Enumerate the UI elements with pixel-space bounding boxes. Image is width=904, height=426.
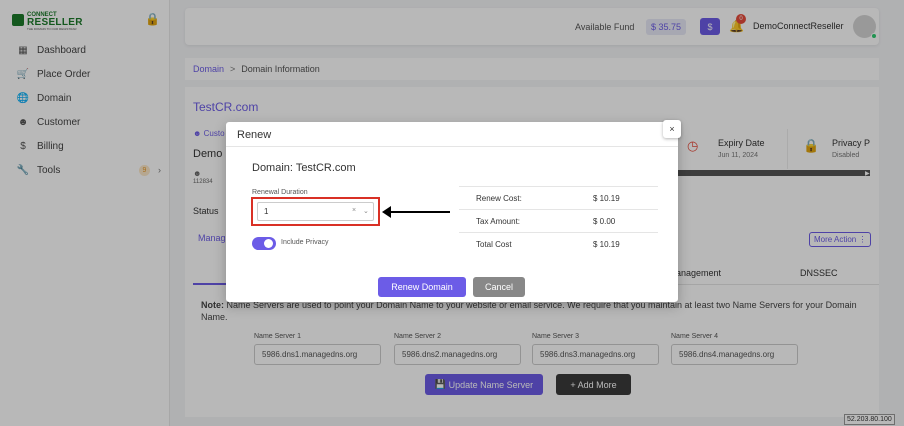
- renewal-duration-label: Renewal Duration: [252, 189, 308, 196]
- renew-cost-value: $ 10.19: [593, 194, 620, 203]
- clear-icon[interactable]: ×: [352, 207, 356, 214]
- tax-amount-value: $ 0.00: [593, 217, 616, 226]
- renewal-duration-value: 1: [264, 207, 269, 216]
- chevron-down-icon[interactable]: ⌄: [363, 207, 369, 215]
- modal-header: Renew: [226, 122, 678, 147]
- toggle-knob: [264, 239, 273, 248]
- pointer-arrow-line: [388, 211, 450, 213]
- include-privacy-label: Include Privacy: [281, 239, 329, 246]
- renew-modal: Renew × Domain: TestCR.com Renewal Durat…: [226, 120, 681, 302]
- modal-domain-name: Domain: TestCR.com: [252, 162, 356, 174]
- renew-cost-label: Renew Cost:: [476, 194, 522, 203]
- renewal-duration-select[interactable]: 1 × ⌄: [257, 202, 374, 221]
- modal-title: Renew: [237, 129, 272, 141]
- highlight-box: 1 × ⌄: [251, 197, 380, 226]
- include-privacy-toggle[interactable]: [252, 237, 276, 250]
- cost-row: Renew Cost: $ 10.19: [459, 186, 658, 209]
- cost-row: Total Cost $ 10.19: [459, 232, 658, 255]
- tax-amount-label: Tax Amount:: [476, 217, 521, 226]
- renew-domain-button[interactable]: Renew Domain: [378, 277, 466, 297]
- total-cost-value: $ 10.19: [593, 240, 620, 249]
- close-icon[interactable]: ×: [663, 120, 681, 138]
- total-cost-label: Total Cost: [476, 240, 512, 249]
- cancel-button[interactable]: Cancel: [473, 277, 525, 297]
- cost-row: Tax Amount: $ 0.00: [459, 209, 658, 232]
